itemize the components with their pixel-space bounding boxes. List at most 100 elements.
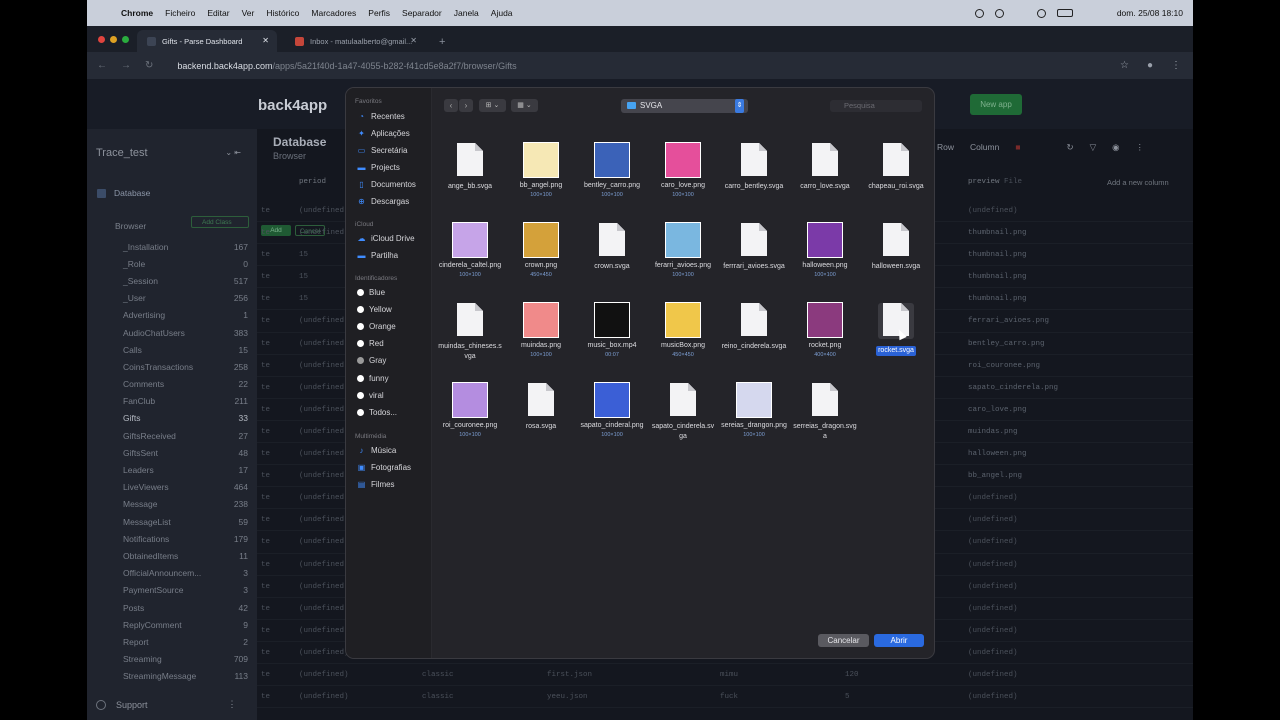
- table-cell[interactable]: te: [261, 516, 270, 524]
- sidebar-class-item[interactable]: Gifts 33: [87, 410, 257, 427]
- file-item[interactable]: ferrrari_avioes.svga: [719, 222, 789, 272]
- file-item[interactable]: sereias_drangon.png 100×100: [719, 382, 789, 438]
- more-icon[interactable]: ⋮: [228, 699, 237, 710]
- table-cell[interactable]: (undefined): [299, 428, 349, 436]
- tab-gifts[interactable]: Gifts - Parse Dashboard ✕: [137, 30, 277, 52]
- table-cell[interactable]: halloween.png: [968, 450, 1027, 458]
- forward-icon[interactable]: →: [121, 60, 131, 71]
- table-cell[interactable]: thumbnail.png: [968, 295, 1027, 303]
- table-cell[interactable]: te: [261, 693, 270, 701]
- clock[interactable]: dom. 25/08 18:10: [1117, 8, 1183, 18]
- table-cell[interactable]: (undefined): [299, 494, 349, 502]
- sidebar-tag-item[interactable]: Orange: [357, 319, 396, 333]
- minimize-window-icon[interactable]: [110, 36, 117, 43]
- back-icon[interactable]: ←: [97, 60, 107, 71]
- table-cell[interactable]: te: [261, 362, 270, 370]
- menu-app-name[interactable]: Chrome: [121, 8, 153, 18]
- menu-item[interactable]: Janela: [454, 8, 479, 18]
- table-cell[interactable]: thumbnail.png: [968, 229, 1027, 237]
- table-cell[interactable]: (undefined): [299, 693, 349, 701]
- table-cell[interactable]: (undefined): [299, 671, 349, 679]
- table-cell[interactable]: (undefined): [299, 649, 349, 657]
- table-cell[interactable]: thumbnail.png: [968, 251, 1027, 259]
- file-item[interactable]: halloween.svga: [861, 222, 931, 272]
- sidebar-class-item[interactable]: PaymentSource 3: [87, 582, 257, 599]
- close-tab-icon[interactable]: ✕: [410, 36, 417, 45]
- table-cell[interactable]: te: [261, 295, 270, 303]
- new-tab-icon[interactable]: +: [439, 36, 445, 48]
- table-cell[interactable]: te: [261, 671, 270, 679]
- menu-item[interactable]: Ajuda: [491, 8, 513, 18]
- table-cell[interactable]: te: [261, 384, 270, 392]
- table-cell[interactable]: (undefined): [968, 693, 1018, 701]
- refresh-icon[interactable]: ↻: [1066, 142, 1073, 153]
- play-icon[interactable]: [1036, 8, 1046, 18]
- table-cell[interactable]: (undefined): [299, 207, 349, 215]
- sidebar-item-projects[interactable]: ▬ Projects: [357, 160, 400, 174]
- table-cell[interactable]: (undefined): [968, 583, 1018, 591]
- table-cell[interactable]: (undefined): [968, 671, 1018, 679]
- sidebar-item-icloud-drive[interactable]: ☁ iCloud Drive: [357, 231, 415, 245]
- table-cell[interactable]: te: [261, 605, 270, 613]
- sidebar-item-filmes[interactable]: ▤ Filmes: [357, 477, 395, 491]
- sidebar-class-item[interactable]: StreamingMessage 113: [87, 668, 257, 685]
- table-cell[interactable]: (undefined): [968, 649, 1018, 657]
- file-item[interactable]: rosa.svga: [506, 382, 576, 432]
- table-cell[interactable]: te: [261, 251, 270, 259]
- search-input[interactable]: Pesquisa: [830, 100, 922, 112]
- menu-item[interactable]: Ficheiro: [165, 8, 195, 18]
- table-cell[interactable]: (undefined): [299, 472, 349, 480]
- menu-item[interactable]: Marcadores: [311, 8, 356, 18]
- close-window-icon[interactable]: [98, 36, 105, 43]
- table-cell[interactable]: mimu: [720, 671, 738, 679]
- table-cell[interactable]: muindas.png: [968, 428, 1018, 436]
- sidebar-class-item[interactable]: Advertising 1: [87, 307, 257, 324]
- add-row-button[interactable]: Row: [937, 142, 954, 153]
- menu-item[interactable]: Ver: [242, 8, 255, 18]
- sidebar-tag-item[interactable]: Yellow: [357, 302, 392, 316]
- table-cell[interactable]: 15: [299, 251, 308, 259]
- menu-item[interactable]: Editar: [207, 8, 229, 18]
- table-cell[interactable]: te: [261, 428, 270, 436]
- sidebar-class-item[interactable]: _Session 517: [87, 272, 257, 289]
- sidebar-class-item[interactable]: _Installation 167: [87, 238, 257, 255]
- table-cell[interactable]: te: [261, 649, 270, 657]
- open-button[interactable]: Abrir: [874, 634, 924, 647]
- control-icon[interactable]: [994, 8, 1004, 18]
- table-cell[interactable]: 120: [845, 671, 859, 679]
- sidebar-item-secretaria[interactable]: ▭ Secretária: [357, 143, 408, 157]
- sidebar-class-item[interactable]: AudioChatUsers 383: [87, 324, 257, 341]
- file-item[interactable]: carro_bentley.svga: [719, 142, 789, 192]
- forward-icon[interactable]: ›: [459, 99, 473, 112]
- sidebar-item-documentos[interactable]: ▯ Documentos: [357, 177, 416, 191]
- table-cell[interactable]: thumbnail.png: [968, 273, 1027, 281]
- table-cell[interactable]: te: [261, 538, 270, 546]
- column-header[interactable]: period: [299, 178, 326, 186]
- table-cell[interactable]: (undefined): [299, 627, 349, 635]
- more-icon[interactable]: ⋮: [1136, 142, 1145, 153]
- sidebar-tag-item[interactable]: Gray: [357, 354, 386, 368]
- back4app-logo[interactable]: back4app: [258, 97, 327, 114]
- file-item[interactable]: ange_bb.svga: [435, 142, 505, 192]
- table-cell[interactable]: te: [261, 207, 270, 215]
- sidebar-class-item[interactable]: GiftsReceived 27: [87, 427, 257, 444]
- sidebar-tag-item[interactable]: funny: [357, 371, 389, 385]
- table-cell[interactable]: (undefined): [968, 538, 1018, 546]
- zoom-window-icon[interactable]: [122, 36, 129, 43]
- sidebar-item-recentes[interactable]: ◔ Recentes: [357, 109, 405, 123]
- table-cell[interactable]: te: [261, 450, 270, 458]
- file-item[interactable]: reino_cinderela.svga: [719, 302, 789, 352]
- file-item[interactable]: ferarri_avioes.png 100×100: [648, 222, 718, 278]
- sidebar-class-item[interactable]: _User 256: [87, 290, 257, 307]
- file-item[interactable]: muindas_chineses.svga: [435, 302, 505, 361]
- add-column-link[interactable]: Add a new column: [1107, 178, 1169, 187]
- table-cell[interactable]: (undefined): [968, 494, 1018, 502]
- file-item[interactable]: cinderela_caltel.png 100×100: [435, 222, 505, 278]
- table-cell[interactable]: sapato_cinderela.png: [968, 384, 1058, 392]
- table-cell[interactable]: (undefined): [968, 627, 1018, 635]
- collapse-sidebar-icon[interactable]: ⌄ ⇤: [225, 148, 241, 157]
- record-icon[interactable]: [974, 8, 984, 18]
- table-cell[interactable]: roi_couronee.png: [968, 362, 1040, 370]
- table-cell[interactable]: te: [261, 627, 270, 635]
- sidebar-class-item[interactable]: Report 2: [87, 633, 257, 650]
